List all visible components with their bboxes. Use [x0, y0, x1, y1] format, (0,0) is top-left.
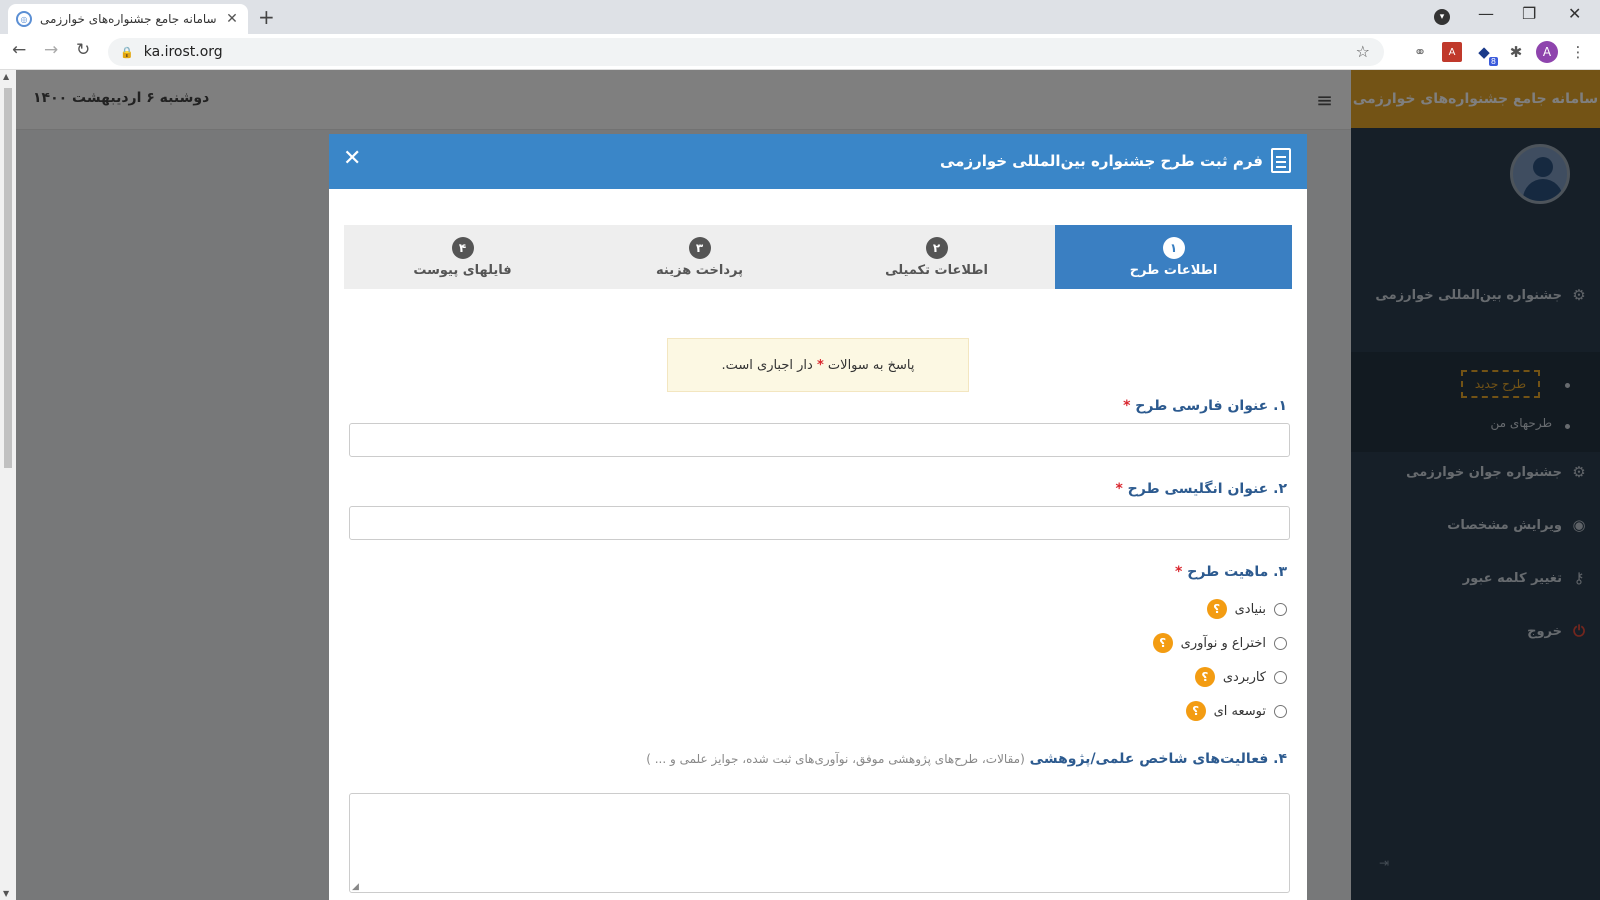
required-star-icon: *	[1115, 481, 1123, 497]
page: دوشنبه ۶ اردیبهشت ۱۴۰۰ ≡ سامانه جامع جشن…	[0, 70, 1600, 900]
radio-developmental[interactable]	[1274, 704, 1287, 718]
modal-close-button[interactable]: ✕	[343, 146, 361, 171]
lock-icon: 🔒	[120, 45, 134, 59]
scrollbar-thumb[interactable]	[4, 88, 12, 468]
wizard-steps: ۱ اطلاعات طرح ۲ اطلاعات تکمیلی ۳ پرداخت …	[344, 225, 1292, 289]
extension-badge-icon[interactable]: ◆ 8	[1474, 42, 1498, 66]
nature-option-developmental[interactable]: توسعه ای ؟	[1185, 701, 1287, 721]
modal-title: فرم ثبت طرح جشنواره بین‌المللی خوارزمی	[940, 148, 1291, 173]
project-form-modal: فرم ثبت طرح جشنواره بین‌المللی خوارزمی ✕…	[329, 134, 1307, 900]
minimize-button[interactable]: —	[1478, 4, 1494, 23]
persian-title-input[interactable]	[349, 423, 1290, 457]
nature-option-invention[interactable]: اختراع و نوآوری ؟	[1152, 633, 1287, 653]
resize-handle-icon[interactable]: ◢	[352, 882, 359, 892]
required-notice: پاسخ به سوالات * دار اجباری است.	[667, 338, 969, 392]
forward-arrow-icon[interactable]: →	[44, 40, 58, 60]
browser-tabstrip: ◎ سامانه جامع جشنواره‌های خوارزمی ✕ + ▾ …	[0, 0, 1600, 34]
help-icon[interactable]: ؟	[1206, 599, 1227, 619]
tab-search-icon[interactable]: ▾	[1434, 9, 1450, 25]
reload-icon[interactable]: ↻	[76, 40, 90, 60]
maximize-button[interactable]: ❐	[1522, 4, 1536, 23]
q4-hint: (مقالات، طرح‌های پژوهشی موفق، نوآوری‌های…	[646, 752, 1025, 766]
extension-link-icon[interactable]: ⚭	[1410, 42, 1430, 62]
extension-badge-count: 8	[1488, 57, 1498, 66]
close-window-button[interactable]: ✕	[1568, 4, 1581, 23]
browser-toolbar: ← → ↻ 🔒 ka.irost.org ☆ ⚭ A ◆ 8 ✱ A ⋮	[0, 34, 1600, 70]
english-title-input[interactable]	[349, 506, 1290, 540]
help-icon[interactable]: ؟	[1152, 633, 1173, 653]
q4-label: ۴. فعالیت‌های شاخص علمی/پژوهشی (مقالات، …	[646, 751, 1287, 767]
document-icon	[1271, 148, 1291, 173]
help-icon[interactable]: ؟	[1194, 667, 1215, 687]
radio-basic[interactable]	[1274, 602, 1287, 616]
radio-applied[interactable]	[1274, 670, 1287, 684]
q1-label: ۱. عنوان فارسی طرح *	[1123, 398, 1287, 414]
activities-textarea[interactable]: ◢	[349, 793, 1290, 893]
page-scrollbar[interactable]: ▲ ▼	[0, 70, 16, 900]
tab-title: سامانه جامع جشنواره‌های خوارزمی	[40, 12, 217, 26]
radio-invention[interactable]	[1274, 636, 1287, 650]
modal-header: فرم ثبت طرح جشنواره بین‌المللی خوارزمی ✕	[329, 134, 1307, 189]
required-star-icon: *	[1175, 564, 1183, 580]
q3-label: ۳. ماهیت طرح *	[1175, 564, 1287, 580]
required-star-icon: *	[816, 357, 824, 373]
help-icon[interactable]: ؟	[1185, 701, 1206, 721]
step-attachments[interactable]: ۴ فایلهای پیوست	[344, 225, 581, 289]
bookmark-star-icon[interactable]: ☆	[1356, 42, 1370, 61]
back-arrow-icon[interactable]: ←	[12, 40, 26, 60]
required-star-icon: *	[1123, 398, 1131, 414]
nature-option-basic[interactable]: بنیادی ؟	[1206, 599, 1287, 619]
nature-option-applied[interactable]: کاربردی ؟	[1194, 667, 1287, 687]
profile-avatar[interactable]: A	[1536, 41, 1558, 63]
scroll-down-icon[interactable]: ▼	[3, 889, 9, 898]
browser-tab[interactable]: ◎ سامانه جامع جشنواره‌های خوارزمی ✕	[8, 4, 248, 34]
address-bar[interactable]: 🔒 ka.irost.org ☆	[108, 38, 1384, 66]
step-project-info[interactable]: ۱ اطلاعات طرح	[1055, 225, 1292, 289]
q2-label: ۲. عنوان انگلیسی طرح *	[1115, 481, 1287, 497]
pdf-extension-icon[interactable]: A	[1442, 42, 1462, 62]
tab-close-icon[interactable]: ✕	[224, 11, 240, 27]
url-text: ka.irost.org	[143, 44, 223, 60]
step-payment[interactable]: ۳ پرداخت هزینه	[581, 225, 818, 289]
step-additional-info[interactable]: ۲ اطلاعات تکمیلی	[818, 225, 1055, 289]
extensions-puzzle-icon[interactable]: ✱	[1506, 42, 1526, 62]
scroll-up-icon[interactable]: ▲	[3, 72, 9, 81]
browser-menu-icon[interactable]: ⋮	[1568, 42, 1588, 62]
site-favicon-icon: ◎	[16, 11, 32, 27]
new-tab-button[interactable]: +	[258, 5, 275, 29]
